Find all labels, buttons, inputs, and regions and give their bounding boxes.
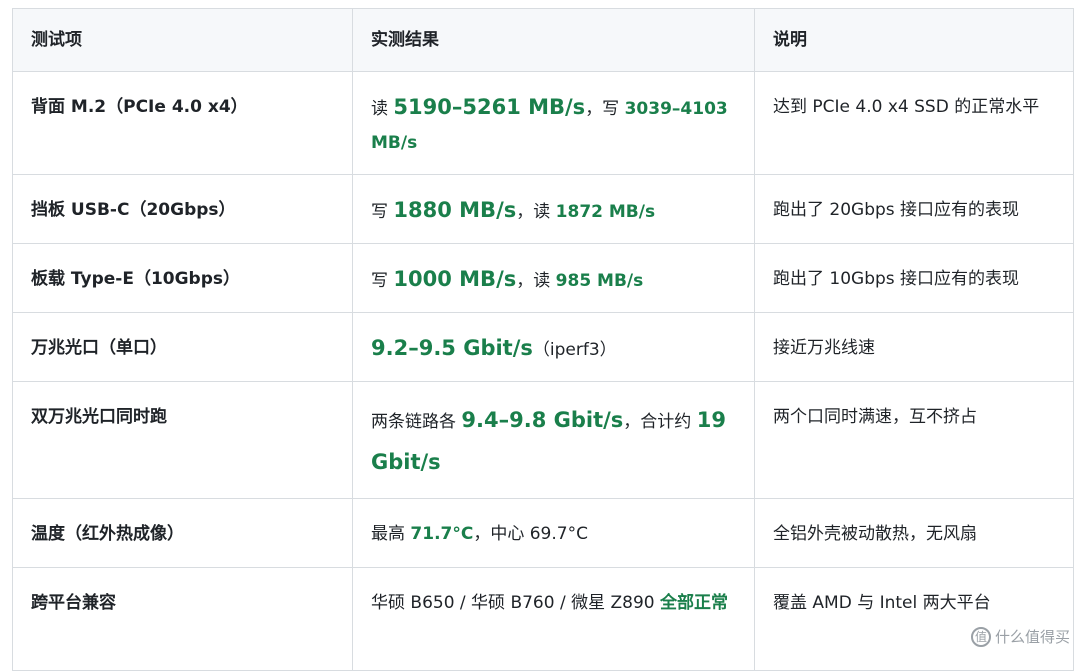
table-row: 挡板 USB-C（20Gbps） 写 1880 MB/s，读 1872 MB/s… xyxy=(12,174,1074,244)
table-row: 万兆光口（单口） 9.2–9.5 Gbit/s（iperf3） 接近万兆线速 xyxy=(12,312,1074,382)
note-cell: 两个口同时满速，互不挤占 xyxy=(754,381,1074,499)
result-text: ，中心 69.7°C xyxy=(473,524,588,544)
note-cell: 跑出了 20Gbps 接口应有的表现 xyxy=(754,174,1074,244)
result-value: 1872 MB/s xyxy=(555,202,656,222)
header-test: 测试项 xyxy=(12,8,353,72)
result-cell: 读 5190–5261 MB/s，写 3039–4103 MB/s xyxy=(352,71,755,175)
result-cell: 写 1000 MB/s，读 985 MB/s xyxy=(352,243,755,313)
note-cell: 覆盖 AMD 与 Intel 两大平台 xyxy=(754,567,1074,671)
result-value: 5190–5261 MB/s xyxy=(393,95,586,119)
table-row: 板载 Type-E（10Gbps） 写 1000 MB/s，读 985 MB/s… xyxy=(12,243,1074,313)
test-cell: 温度（红外热成像） xyxy=(12,498,353,568)
note-cell: 达到 PCIe 4.0 x4 SSD 的正常水平 xyxy=(754,71,1074,175)
watermark: 值 什么值得买 xyxy=(970,626,1070,647)
watermark-text: 什么值得买 xyxy=(994,628,1070,646)
test-cell: 背面 M.2（PCIe 4.0 x4） xyxy=(12,71,353,175)
note-cell: 接近万兆线速 xyxy=(754,312,1074,382)
note-cell: 跑出了 10Gbps 接口应有的表现 xyxy=(754,243,1074,313)
result-cell: 9.2–9.5 Gbit/s（iperf3） xyxy=(352,312,755,382)
result-text: 两条链路各 xyxy=(371,412,462,432)
result-text: ，合计约 xyxy=(623,412,697,432)
result-text: 最高 xyxy=(371,524,411,544)
test-cell: 双万兆光口同时跑 xyxy=(12,381,353,499)
result-text: 写 xyxy=(371,271,394,291)
result-cell: 最高 71.7°C，中心 69.7°C xyxy=(352,498,755,568)
result-text: ，读 xyxy=(516,271,556,291)
result-cell: 写 1880 MB/s，读 1872 MB/s xyxy=(352,174,755,244)
test-cell: 跨平台兼容 xyxy=(12,567,353,671)
result-text: （iperf3） xyxy=(532,340,617,360)
result-cell: 两条链路各 9.4–9.8 Gbit/s，合计约 19 Gbit/s xyxy=(352,381,755,499)
test-cell: 万兆光口（单口） xyxy=(12,312,353,382)
test-cell: 板载 Type-E（10Gbps） xyxy=(12,243,353,313)
table-row: 跨平台兼容 华硕 B650 / 华硕 B760 / 微星 Z890 全部正常 覆… xyxy=(12,567,1074,671)
result-value: 1880 MB/s xyxy=(393,198,517,222)
result-value: 985 MB/s xyxy=(555,271,644,291)
result-value: 1000 MB/s xyxy=(393,267,517,291)
table-body: 背面 M.2（PCIe 4.0 x4） 读 5190–5261 MB/s，写 3… xyxy=(12,71,1074,671)
test-cell: 挡板 USB-C（20Gbps） xyxy=(12,174,353,244)
result-text: ，读 xyxy=(516,202,556,222)
header-result: 实测结果 xyxy=(352,8,755,72)
table-header: 测试项 实测结果 说明 xyxy=(12,8,1074,72)
result-value: 9.2–9.5 Gbit/s xyxy=(371,336,533,360)
zhi-icon: 值 xyxy=(970,626,991,647)
result-text: 写 xyxy=(371,202,394,222)
result-value: 71.7°C xyxy=(410,524,474,544)
results-table: 测试项 实测结果 说明 背面 M.2（PCIe 4.0 x4） 读 5190–5… xyxy=(12,8,1074,671)
result-text: ，写 xyxy=(585,99,625,119)
table-row: 双万兆光口同时跑 两条链路各 9.4–9.8 Gbit/s，合计约 19 Gbi… xyxy=(12,381,1074,499)
note-cell: 全铝外壳被动散热，无风扇 xyxy=(754,498,1074,568)
header-note: 说明 xyxy=(754,8,1074,72)
result-value: 9.4–9.8 Gbit/s xyxy=(461,408,624,432)
header-row: 测试项 实测结果 说明 xyxy=(12,8,1074,72)
result-cell: 华硕 B650 / 华硕 B760 / 微星 Z890 全部正常 xyxy=(352,567,755,671)
table-row: 背面 M.2（PCIe 4.0 x4） 读 5190–5261 MB/s，写 3… xyxy=(12,71,1074,175)
table-row: 温度（红外热成像） 最高 71.7°C，中心 69.7°C 全铝外壳被动散热，无… xyxy=(12,498,1074,568)
result-text: 华硕 B650 / 华硕 B760 / 微星 Z890 xyxy=(371,593,660,613)
result-text: 读 xyxy=(371,99,394,119)
result-value: 全部正常 xyxy=(660,593,728,613)
